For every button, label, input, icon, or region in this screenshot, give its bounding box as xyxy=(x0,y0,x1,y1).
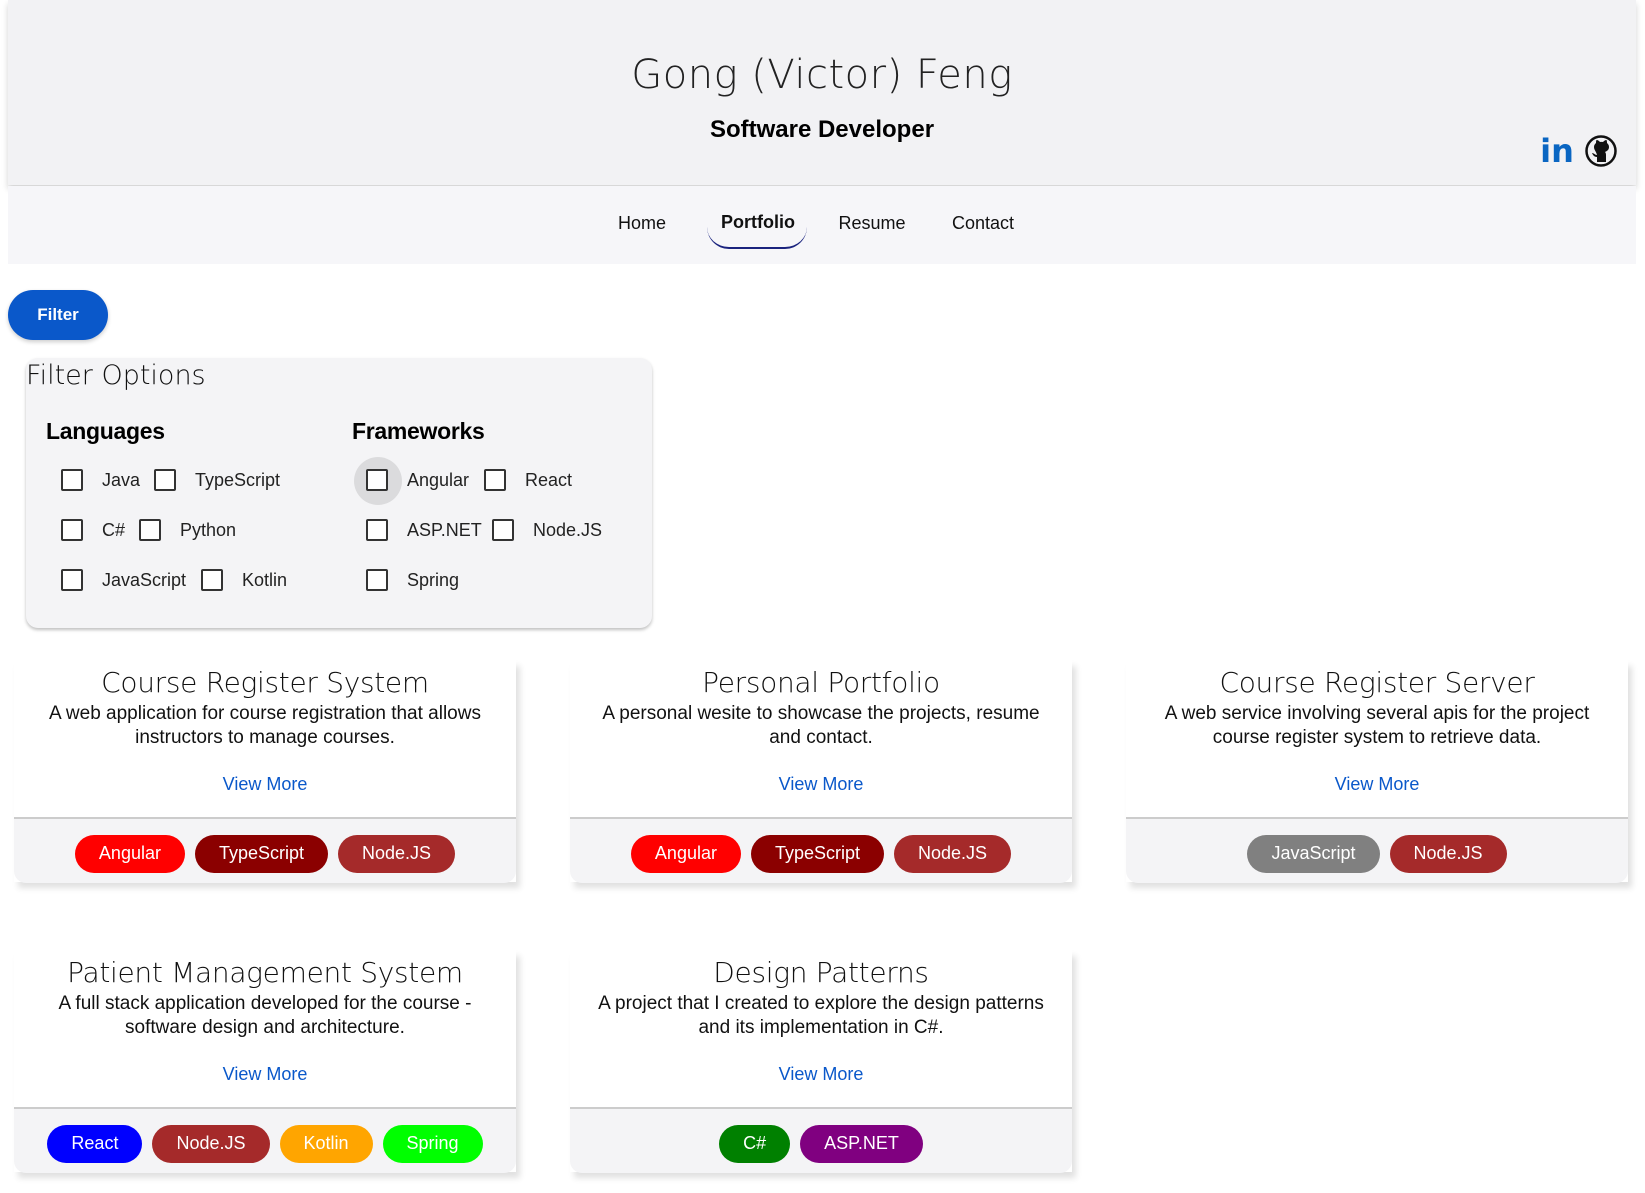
nav-resume[interactable]: Resume xyxy=(830,213,914,234)
site-owner-role: Software Developer xyxy=(709,116,935,143)
project-title: Course Register System xyxy=(101,666,429,699)
checkbox-nodejs[interactable]: Node.JS xyxy=(492,519,602,541)
checkbox-label: JavaScript xyxy=(102,569,187,590)
checkbox-label: Node.JS xyxy=(533,519,603,540)
main-nav: Home Portfolio Resume Contact xyxy=(8,186,1636,264)
tag-badge: TypeScript xyxy=(194,835,329,873)
checkbox-box[interactable] xyxy=(61,569,83,591)
checkbox-typescript[interactable]: TypeScript xyxy=(154,469,280,491)
project-tags: React Node.JS Kotlin Spring xyxy=(14,1107,516,1173)
tag-badge: Spring xyxy=(382,1125,483,1163)
checkbox-box[interactable] xyxy=(61,519,83,541)
checkbox-box[interactable] xyxy=(201,569,223,591)
filter-options-panel: Filter Options Languages Frameworks Java… xyxy=(26,358,652,628)
checkbox-csharp[interactable]: C# xyxy=(61,519,125,541)
tag-badge: C# xyxy=(719,1125,791,1163)
view-more-link[interactable]: View More xyxy=(14,774,516,795)
checkbox-java[interactable]: Java xyxy=(61,469,140,491)
tag-badge: Node.JS xyxy=(338,835,456,873)
project-description: A project that I created to explore the … xyxy=(598,993,1044,1038)
site-header: Gong (Victor) Feng Software Developer xyxy=(8,0,1636,185)
checkbox-label: Spring xyxy=(407,569,460,590)
checkbox-spring[interactable]: Spring xyxy=(366,569,459,591)
checkbox-label: React xyxy=(525,469,573,490)
project-card: Patient Management System A full stack a… xyxy=(14,950,516,1173)
view-more-link[interactable]: View More xyxy=(570,1064,1072,1085)
nav-home[interactable]: Home xyxy=(612,213,672,234)
linkedin-icon[interactable]: in xyxy=(1540,132,1574,170)
tag-badge: Node.JS xyxy=(894,835,1012,873)
tag-badge: Angular xyxy=(74,835,185,873)
checkbox-python[interactable]: Python xyxy=(139,519,236,541)
project-card: Course Register System A web application… xyxy=(14,660,516,883)
tag-badge: React xyxy=(47,1125,143,1163)
checkbox-box[interactable] xyxy=(366,569,388,591)
checkbox-box[interactable] xyxy=(484,469,506,491)
active-tab-indicator xyxy=(707,216,807,249)
filter-button[interactable]: Filter xyxy=(8,290,108,340)
checkbox-box[interactable] xyxy=(139,519,161,541)
checkbox-box[interactable] xyxy=(492,519,514,541)
site-owner-name: Gong (Victor) Feng xyxy=(631,52,1013,98)
checkbox-aspnet[interactable]: ASP.NET xyxy=(366,519,482,541)
checkbox-box[interactable] xyxy=(154,469,176,491)
project-tags: Angular TypeScript Node.JS xyxy=(14,817,516,883)
checkbox-react[interactable]: React xyxy=(484,469,572,491)
checkbox-label: ASP.NET xyxy=(407,519,482,540)
project-tags: C# ASP.NET xyxy=(570,1107,1072,1173)
project-card: Personal Portfolio A personal wesite to … xyxy=(570,660,1072,883)
project-description: A personal wesite to showcase the projec… xyxy=(602,703,1040,748)
github-icon[interactable] xyxy=(1584,134,1618,168)
checkbox-box[interactable] xyxy=(366,469,388,491)
frameworks-heading: Frameworks xyxy=(352,418,485,444)
tag-badge: ASP.NET xyxy=(800,1125,923,1163)
checkbox-label: Angular xyxy=(407,469,470,490)
project-description: A web application for course registratio… xyxy=(49,703,481,748)
view-more-link[interactable]: View More xyxy=(570,774,1072,795)
checkbox-label: Java xyxy=(102,469,141,490)
project-tags: Angular TypeScript Node.JS xyxy=(570,817,1072,883)
project-title: Personal Portfolio xyxy=(702,666,940,699)
checkbox-javascript[interactable]: JavaScript xyxy=(61,569,186,591)
checkbox-box[interactable] xyxy=(61,469,83,491)
project-description: A full stack application developed for t… xyxy=(58,993,472,1038)
project-title: Design Patterns xyxy=(713,956,929,989)
tag-badge: JavaScript xyxy=(1247,835,1380,873)
checkbox-label: TypeScript xyxy=(195,469,281,490)
tag-badge: Kotlin xyxy=(279,1125,373,1163)
checkbox-box[interactable] xyxy=(366,519,388,541)
tag-badge: Node.JS xyxy=(152,1125,270,1163)
nav-contact[interactable]: Contact xyxy=(948,213,1018,234)
checkbox-angular[interactable]: Angular xyxy=(353,457,470,505)
project-card: Design Patterns A project that I created… xyxy=(570,950,1072,1173)
checkbox-label: C# xyxy=(102,519,126,540)
checkbox-label: Kotlin xyxy=(242,569,288,590)
tag-badge: TypeScript xyxy=(750,835,885,873)
tag-badge: Angular xyxy=(630,835,741,873)
project-description: A web service involving several apis for… xyxy=(1164,703,1590,748)
languages-heading: Languages xyxy=(46,418,165,444)
tag-badge: Node.JS xyxy=(1389,835,1507,873)
view-more-link[interactable]: View More xyxy=(1126,774,1628,795)
project-tags: JavaScript Node.JS xyxy=(1126,817,1628,883)
checkbox-label: Python xyxy=(180,519,237,540)
project-title: Course Register Server xyxy=(1219,666,1535,699)
project-title: Patient Management System xyxy=(67,956,463,989)
checkbox-kotlin[interactable]: Kotlin xyxy=(201,569,287,591)
project-card: Course Register Server A web service inv… xyxy=(1126,660,1628,883)
view-more-link[interactable]: View More xyxy=(14,1064,516,1085)
filter-panel-title: Filter Options xyxy=(26,360,206,391)
